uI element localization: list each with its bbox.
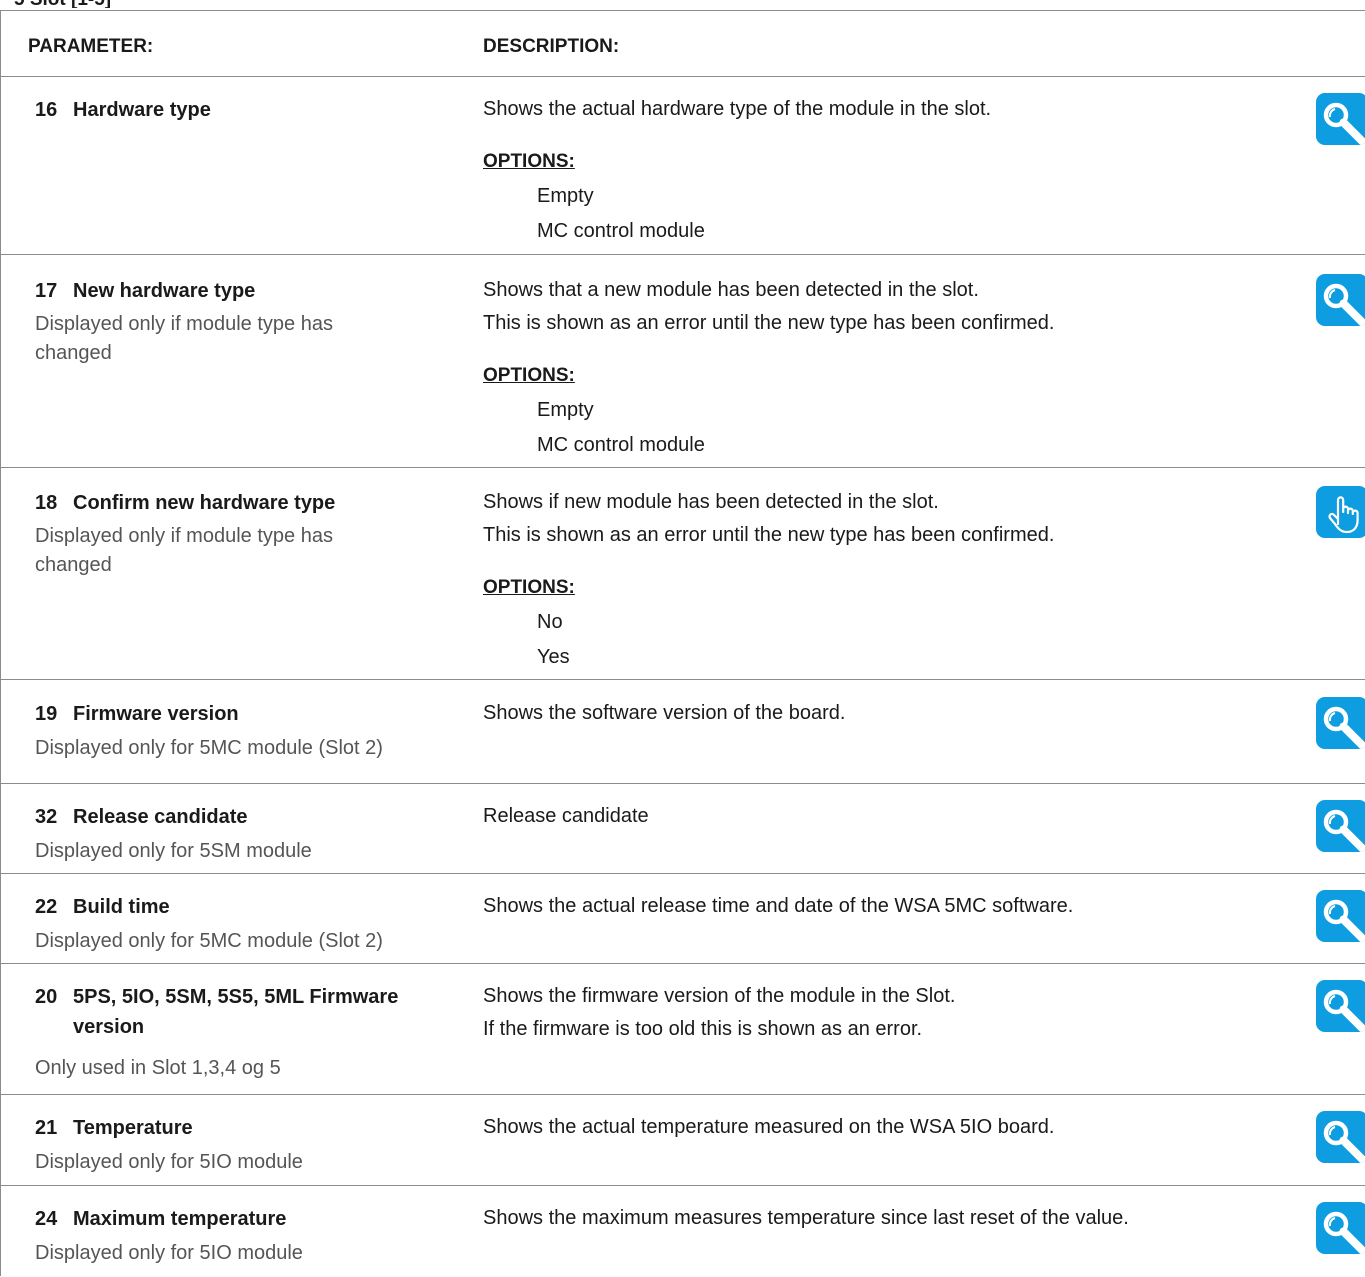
param-name: Build time [73,892,463,922]
options-label: OPTIONS: [483,150,575,174]
param-description: Shows if new module has been detected in… [483,488,1273,517]
param-name: Release candidate [73,802,463,832]
magnifier-icon[interactable] [1316,1111,1365,1163]
table-row: 16 Hardware type Shows the actual hardwa… [1,77,1365,255]
param-description: Shows the actual release time and date o… [483,892,1273,921]
param-name: Firmware version [73,699,463,729]
param-number: 17 [35,278,71,304]
param-description: This is shown as an error until the new … [483,309,1273,338]
param-name: 5PS, 5IO, 5SM, 5S5, 5ML Firmware version [73,982,463,1042]
magnifier-icon[interactable] [1316,980,1365,1032]
param-number: 24 [35,1206,71,1232]
table-row: 21 Temperature Displayed only for 5IO mo… [1,1095,1365,1186]
param-name: Temperature [73,1113,463,1143]
param-description: Shows the maximum measures temperature s… [483,1204,1273,1233]
hand-pointer-icon[interactable] [1316,486,1365,538]
param-name: New hardware type [73,276,463,306]
table-row: 22 Build time Displayed only for 5MC mod… [1,874,1365,964]
param-description: If the firmware is too old this is shown… [483,1015,1273,1044]
magnifier-icon[interactable] [1316,697,1365,749]
magnifier-icon[interactable] [1316,890,1365,942]
magnifier-icon[interactable] [1316,274,1365,326]
param-note: Displayed only for 5MC module (Slot 2) [35,734,455,763]
option-value: Empty [537,397,594,423]
table-row: 19 Firmware version Displayed only for 5… [1,680,1365,784]
table-row: 17 New hardware type Displayed only if m… [1,255,1365,468]
param-note: Only used in Slot 1,3,4 og 5 [35,1054,455,1083]
param-number: 20 [35,984,71,1010]
option-value: No [537,609,563,635]
param-number: 32 [35,804,71,830]
parameter-table: PARAMETER: DESCRIPTION: 16 Hardware type… [0,10,1365,1276]
param-number: 16 [35,97,71,123]
option-value: MC control module [537,218,705,244]
option-value: Yes [537,644,570,670]
param-description: Shows the actual temperature measured on… [483,1113,1273,1142]
options-label: OPTIONS: [483,576,575,600]
param-description: This is shown as an error until the new … [483,521,1273,550]
param-note: Displayed only if module type has change… [35,522,415,580]
description-column-header: DESCRIPTION: [483,35,619,59]
param-description: Shows the actual hardware type of the mo… [483,95,1273,124]
parameter-column-header: PARAMETER: [28,35,153,59]
table-row: 32 Release candidate Displayed only for … [1,784,1365,874]
magnifier-icon[interactable] [1316,93,1365,145]
page-title: 5 Slot [1-5] [14,0,111,8]
option-value: Empty [537,183,594,209]
param-description: Shows the software version of the board. [483,699,1273,728]
param-number: 19 [35,701,71,727]
table-row: 18 Confirm new hardware type Displayed o… [1,468,1365,680]
param-number: 21 [35,1115,71,1141]
table-row: 24 Maximum temperature Displayed only fo… [1,1186,1365,1277]
param-note: Displayed only for 5MC module (Slot 2) [35,927,455,956]
table-row: 20 5PS, 5IO, 5SM, 5S5, 5ML Firmware vers… [1,964,1365,1095]
param-note: Displayed only if module type has change… [35,310,415,368]
param-description: Release candidate [483,802,1273,831]
param-description: Shows the firmware version of the module… [483,982,1273,1011]
table-header: PARAMETER: DESCRIPTION: [1,11,1365,77]
param-number: 18 [35,490,71,516]
param-note: Displayed only for 5IO module [35,1148,455,1177]
param-note: Displayed only for 5IO module [35,1239,455,1268]
magnifier-icon[interactable] [1316,1202,1365,1254]
param-name: Confirm new hardware type [73,488,463,518]
option-value: MC control module [537,432,705,458]
param-note: Displayed only for 5SM module [35,837,455,866]
param-name: Hardware type [73,95,463,125]
options-label: OPTIONS: [483,364,575,388]
param-number: 22 [35,894,71,920]
magnifier-icon[interactable] [1316,800,1365,852]
param-description: Shows that a new module has been detecte… [483,276,1273,305]
param-name: Maximum temperature [73,1204,463,1234]
